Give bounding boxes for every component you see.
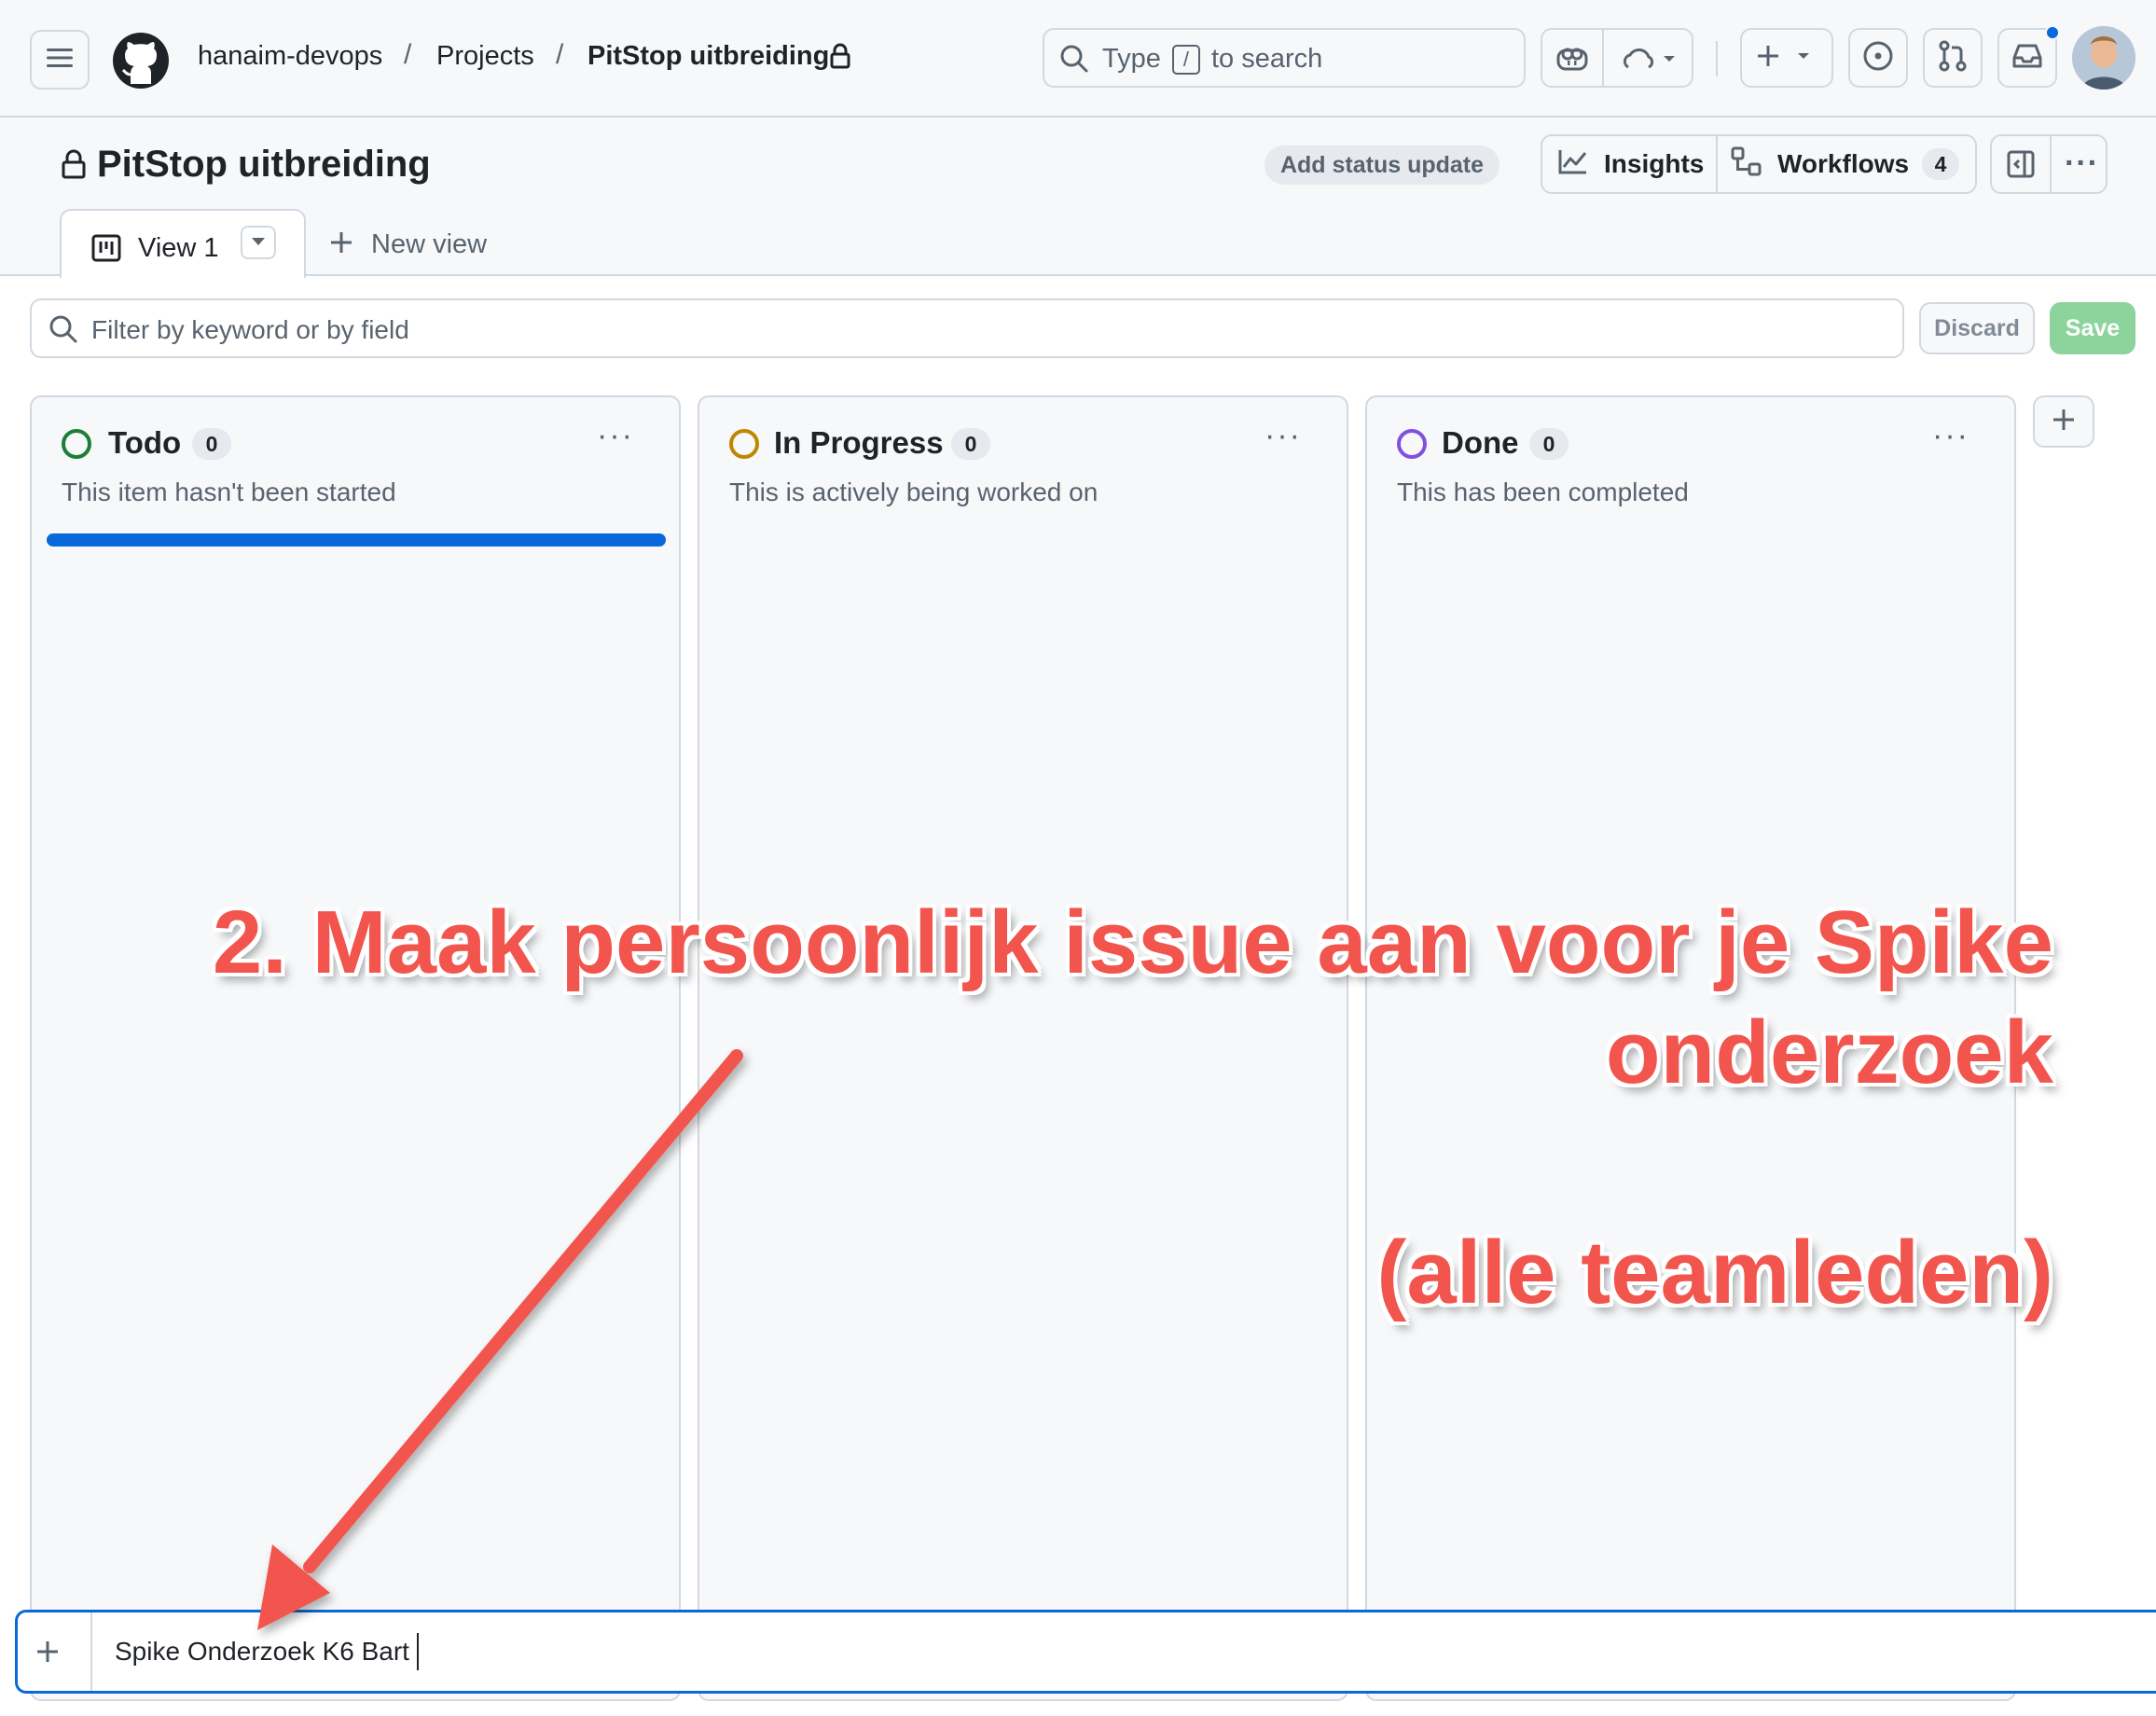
status-circle-icon — [1397, 429, 1427, 459]
inbox-icon — [2011, 42, 2043, 75]
breadcrumb-project[interactable]: PitStop uitbreiding — [587, 41, 829, 72]
workflow-icon — [1731, 146, 1762, 183]
text-cursor — [417, 1633, 419, 1670]
new-view-label: New view — [371, 228, 488, 259]
notification-dot — [2045, 25, 2060, 40]
kebab-menu-icon[interactable]: ··· — [597, 418, 634, 454]
column-description: This is actively being worked on — [729, 477, 1099, 506]
filter-placeholder: Filter by keyword or by field — [91, 315, 409, 344]
kebab-menu-icon[interactable]: ··· — [1932, 418, 1969, 454]
breadcrumb-separator: / — [556, 39, 564, 70]
lock-icon — [830, 43, 850, 74]
copilot-button-group — [1541, 28, 1693, 88]
column-title: Todo — [108, 425, 182, 460]
workflows-button[interactable]: Workflows 4 — [1718, 136, 1975, 192]
search-placeholder: Type / to search — [1102, 44, 1323, 76]
column-count: 0 — [951, 428, 990, 460]
column-todo: Todo 0 ··· This item hasn't been started — [30, 395, 681, 1701]
workflows-count-badge: 4 — [1922, 148, 1960, 180]
plus-icon — [1755, 42, 1818, 75]
menu-button[interactable] — [30, 30, 90, 90]
drop-indicator — [47, 533, 666, 547]
annotation-line-1: 2. Maak persoonlijk issue aan voor je Sp… — [212, 893, 2053, 992]
layout-button-group: ··· — [1990, 134, 2108, 194]
plus-icon — [35, 1639, 61, 1669]
plus-icon — [328, 229, 354, 260]
column-in-progress: In Progress 0 ··· This is actively being… — [698, 395, 1348, 1701]
breadcrumb-projects[interactable]: Projects — [436, 41, 534, 72]
annotation-line-2: onderzoek — [1605, 1003, 2053, 1102]
add-item-value: Spike Onderzoek K6 Bart — [115, 1637, 409, 1666]
status-circle-icon — [729, 429, 759, 459]
column-count: 0 — [192, 428, 231, 460]
discard-button[interactable]: Discard — [1919, 302, 2035, 354]
git-pull-request-icon — [1938, 40, 1968, 76]
project-title: PitStop uitbreiding — [97, 144, 431, 185]
create-new-button[interactable] — [1740, 28, 1833, 88]
add-column-button[interactable] — [2033, 395, 2094, 448]
tab-view-1[interactable]: View 1 — [60, 209, 306, 278]
add-item-input[interactable]: Spike Onderzoek K6 Bart — [15, 1610, 2156, 1694]
cloud-icon[interactable] — [1621, 45, 1680, 77]
insights-button[interactable]: Insights — [1542, 136, 1716, 192]
breadcrumb-owner[interactable]: hanaim-devops — [198, 41, 382, 72]
kebab-menu-icon[interactable]: ··· — [1265, 418, 1302, 454]
add-status-update-button[interactable]: Add status update — [1265, 145, 1500, 185]
annotation-line-3: (alle teamleden) — [1376, 1223, 2053, 1322]
global-header: hanaim-devops / Projects / PitStop uitbr… — [0, 0, 2156, 118]
insights-workflows-group: Insights Workflows 4 — [1541, 134, 1977, 194]
column-description: This item hasn't been started — [62, 477, 396, 506]
column-description: This has been completed — [1397, 477, 1689, 506]
column-count: 0 — [1529, 428, 1569, 460]
pull-requests-button[interactable] — [1923, 28, 1983, 88]
sidebar-expand-icon[interactable] — [2006, 149, 2036, 186]
issue-opened-icon — [1862, 40, 1894, 76]
insights-label: Insights — [1604, 149, 1705, 178]
github-logo-icon[interactable] — [112, 32, 170, 94]
search-icon — [1059, 44, 1089, 78]
lock-icon — [62, 149, 86, 184]
status-circle-icon — [62, 429, 91, 459]
filter-input[interactable]: Filter by keyword or by field — [30, 298, 1904, 358]
tab-label: View 1 — [138, 233, 219, 263]
new-view-button[interactable]: New view — [328, 226, 487, 263]
save-button[interactable]: Save — [2050, 302, 2135, 354]
view-options-dropdown[interactable] — [241, 226, 276, 259]
graph-icon — [1557, 147, 1589, 182]
triangle-down-icon — [251, 234, 266, 251]
slash-key: / — [1171, 45, 1200, 76]
project-header: PitStop uitbreiding Add status update In… — [0, 118, 2156, 278]
copilot-icon[interactable] — [1555, 43, 1589, 77]
column-title: Done — [1442, 425, 1519, 460]
kebab-menu-icon[interactable]: ··· — [2065, 145, 2099, 182]
project-board-icon — [91, 233, 121, 268]
search-icon — [48, 314, 78, 349]
search-input[interactable]: Type / to search — [1043, 28, 1526, 88]
breadcrumb-separator: / — [404, 39, 412, 70]
column-title: In Progress — [774, 425, 944, 460]
issues-button[interactable] — [1848, 28, 1908, 88]
workflows-label: Workflows — [1777, 149, 1910, 178]
avatar[interactable] — [2072, 26, 2135, 90]
hamburger-icon — [47, 47, 73, 74]
plus-icon — [2051, 407, 2077, 437]
